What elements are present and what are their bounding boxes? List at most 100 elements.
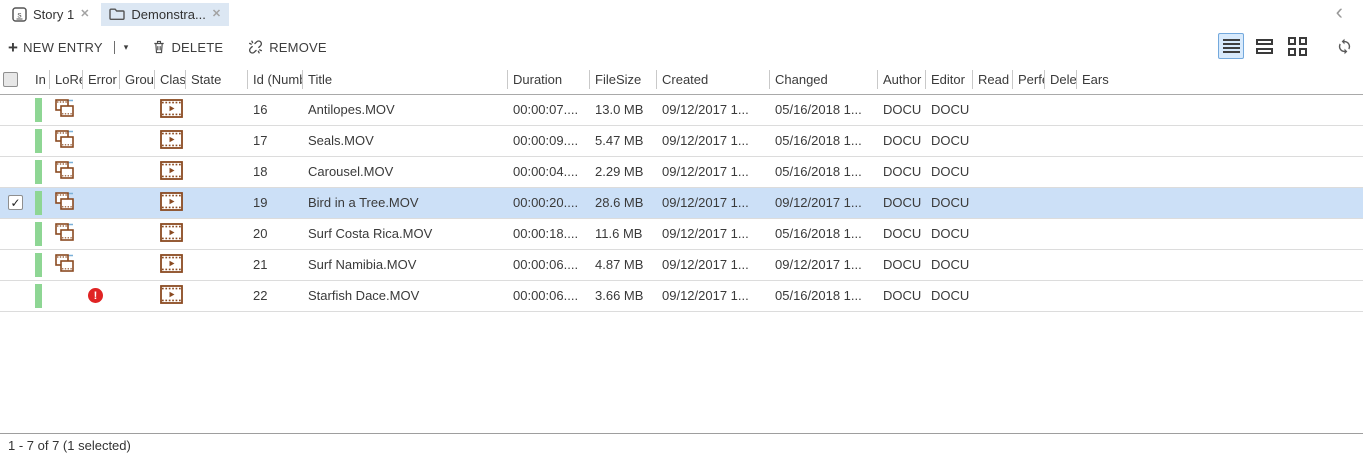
column-header-state[interactable]: State <box>186 66 248 94</box>
cell-id: 16 <box>248 94 303 125</box>
cell-delet <box>1045 280 1077 311</box>
cell-in <box>30 94 50 125</box>
cell-class <box>155 187 186 218</box>
table-row[interactable]: 21Surf Namibia.MOV00:00:06....4.87 MB09/… <box>0 249 1363 280</box>
column-header-id[interactable]: Id (Numb <box>248 66 303 94</box>
column-label: LoRe <box>50 70 83 89</box>
cell-error <box>83 187 120 218</box>
video-class-icon <box>160 192 183 211</box>
cell-state <box>186 125 248 156</box>
split-button-divider <box>114 41 115 54</box>
column-header-read[interactable]: Read <box>973 66 1013 94</box>
column-header-created[interactable]: Created <box>657 66 770 94</box>
folder-icon <box>109 7 125 21</box>
remove-label: REMOVE <box>269 40 327 55</box>
in-indicator <box>35 160 42 184</box>
cell-duration: 00:00:07.... <box>508 94 590 125</box>
column-label: Title <box>303 70 508 89</box>
cell-lores <box>50 280 83 311</box>
cell-select: ✓ <box>0 187 30 218</box>
close-icon[interactable]: ✕ <box>212 9 221 20</box>
cell-read <box>973 94 1013 125</box>
column-label: Class <box>155 70 186 89</box>
cell-group <box>120 280 155 311</box>
column-header-class[interactable]: Class <box>155 66 186 94</box>
entries-table: InLoReErrorGrouClassStateId (NumbTitleDu… <box>0 66 1363 312</box>
column-header-changed[interactable]: Changed <box>770 66 878 94</box>
close-icon[interactable]: ✕ <box>80 9 89 20</box>
status-bar: 1 - 7 of 7 (1 selected) <box>0 433 1363 456</box>
in-indicator <box>35 253 42 277</box>
column-header-group[interactable]: Grou <box>120 66 155 94</box>
column-header-author[interactable]: Author <box>878 66 926 94</box>
select-all-checkbox[interactable] <box>3 72 18 87</box>
chevron-down-icon[interactable]: ▾ <box>124 42 129 53</box>
column-header-editor[interactable]: Editor <box>926 66 973 94</box>
cell-author: DOCU <box>878 94 926 125</box>
column-label: Editor <box>926 70 973 89</box>
column-header-perfe[interactable]: Perfe <box>1013 66 1045 94</box>
table-row[interactable]: 16Antilopes.MOV00:00:07....13.0 MB09/12/… <box>0 94 1363 125</box>
cell-duration: 00:00:06.... <box>508 280 590 311</box>
error-icon: ! <box>88 288 103 303</box>
view-switcher <box>1211 33 1353 59</box>
cell-select <box>0 125 30 156</box>
error-glyph: ! <box>94 290 98 302</box>
delete-label: DELETE <box>171 40 223 55</box>
column-header-in[interactable]: In <box>30 66 50 94</box>
table-row[interactable]: ! 22Starfish Dace.MOV00:00:06....3.66 MB0… <box>0 280 1363 311</box>
column-header-delet[interactable]: Delet <box>1045 66 1077 94</box>
tab-story-1[interactable]: s Story 1 ✕ <box>4 3 97 26</box>
column-header-title[interactable]: Title <box>303 66 508 94</box>
cell-select <box>0 218 30 249</box>
split-view-icon <box>1256 39 1273 54</box>
row-checkbox[interactable]: ✓ <box>8 195 23 210</box>
column-header-error[interactable]: Error <box>83 66 120 94</box>
list-view-button[interactable] <box>1218 33 1244 59</box>
cell-author: DOCU <box>878 280 926 311</box>
cell-in <box>30 280 50 311</box>
lores-filmstrip-icon <box>55 130 74 148</box>
cell-editor: DOCU <box>926 125 973 156</box>
video-class-icon <box>160 285 183 304</box>
cell-filesize: 3.66 MB <box>590 280 657 311</box>
cell-lores <box>50 218 83 249</box>
table-row[interactable]: 20Surf Costa Rica.MOV00:00:18....11.6 MB… <box>0 218 1363 249</box>
new-entry-button[interactable]: + NEW ENTRY ▾ <box>8 39 128 56</box>
cell-duration: 00:00:18.... <box>508 218 590 249</box>
collapse-panel-chevron-icon[interactable]: ‹ <box>1336 2 1343 22</box>
cell-filesize: 28.6 MB <box>590 187 657 218</box>
cell-class <box>155 249 186 280</box>
table-row[interactable]: ✓19Bird in a Tree.MOV00:00:20....28.6 MB… <box>0 187 1363 218</box>
cell-duration: 00:00:04.... <box>508 156 590 187</box>
cell-error <box>83 156 120 187</box>
remove-button[interactable]: REMOVE <box>247 39 327 55</box>
toolbar: + NEW ENTRY ▾ DELETE REMOVE <box>0 30 1363 64</box>
column-header-ears[interactable]: Ears <box>1077 66 1363 94</box>
grid-view-button[interactable] <box>1284 33 1310 59</box>
delete-button[interactable]: DELETE <box>152 39 223 55</box>
column-header-filesize[interactable]: FileSize <box>590 66 657 94</box>
column-label: FileSize <box>590 70 657 89</box>
cell-created: 09/12/2017 1... <box>657 280 770 311</box>
cell-id: 22 <box>248 280 303 311</box>
cell-id: 20 <box>248 218 303 249</box>
cell-id: 17 <box>248 125 303 156</box>
plus-icon: + <box>8 39 18 56</box>
cell-title: Surf Costa Rica.MOV <box>303 218 508 249</box>
cell-title: Surf Namibia.MOV <box>303 249 508 280</box>
refresh-button[interactable] <box>1336 38 1353 55</box>
table-row[interactable]: 17Seals.MOV00:00:09....5.47 MB09/12/2017… <box>0 125 1363 156</box>
table-row[interactable]: 18Carousel.MOV00:00:04....2.29 MB09/12/2… <box>0 156 1363 187</box>
unlink-icon <box>247 39 264 55</box>
in-indicator <box>35 129 42 153</box>
cell-title: Starfish Dace.MOV <box>303 280 508 311</box>
cell-author: DOCU <box>878 125 926 156</box>
column-header-duration[interactable]: Duration <box>508 66 590 94</box>
cell-state <box>186 187 248 218</box>
column-header-lores[interactable]: LoRe <box>50 66 83 94</box>
split-view-button[interactable] <box>1251 33 1277 59</box>
column-header-select[interactable] <box>0 66 30 94</box>
cell-delet <box>1045 125 1077 156</box>
tab-demonstration[interactable]: Demonstra... ✕ <box>101 3 229 26</box>
